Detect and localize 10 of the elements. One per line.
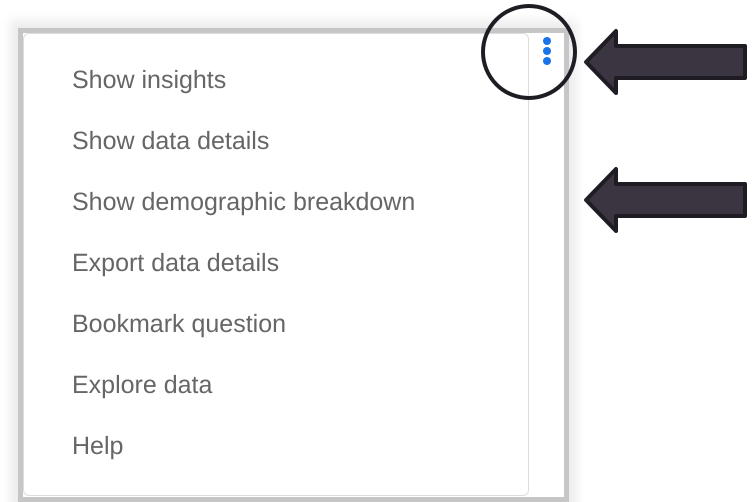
- menu-item[interactable]: Explore data: [24, 357, 528, 418]
- menu-item[interactable]: Help: [24, 418, 528, 479]
- menu-item[interactable]: Export data details: [24, 235, 528, 296]
- more-options-icon[interactable]: [542, 36, 552, 66]
- menu-item[interactable]: Show demographic breakdown: [24, 174, 528, 235]
- menu-item[interactable]: Bookmark question: [24, 296, 528, 357]
- arrow-annotation-icon: [583, 166, 749, 234]
- menu-item[interactable]: Show insights: [24, 52, 528, 113]
- menu-item[interactable]: Show data details: [24, 113, 528, 174]
- arrow-annotation-icon: [583, 28, 749, 96]
